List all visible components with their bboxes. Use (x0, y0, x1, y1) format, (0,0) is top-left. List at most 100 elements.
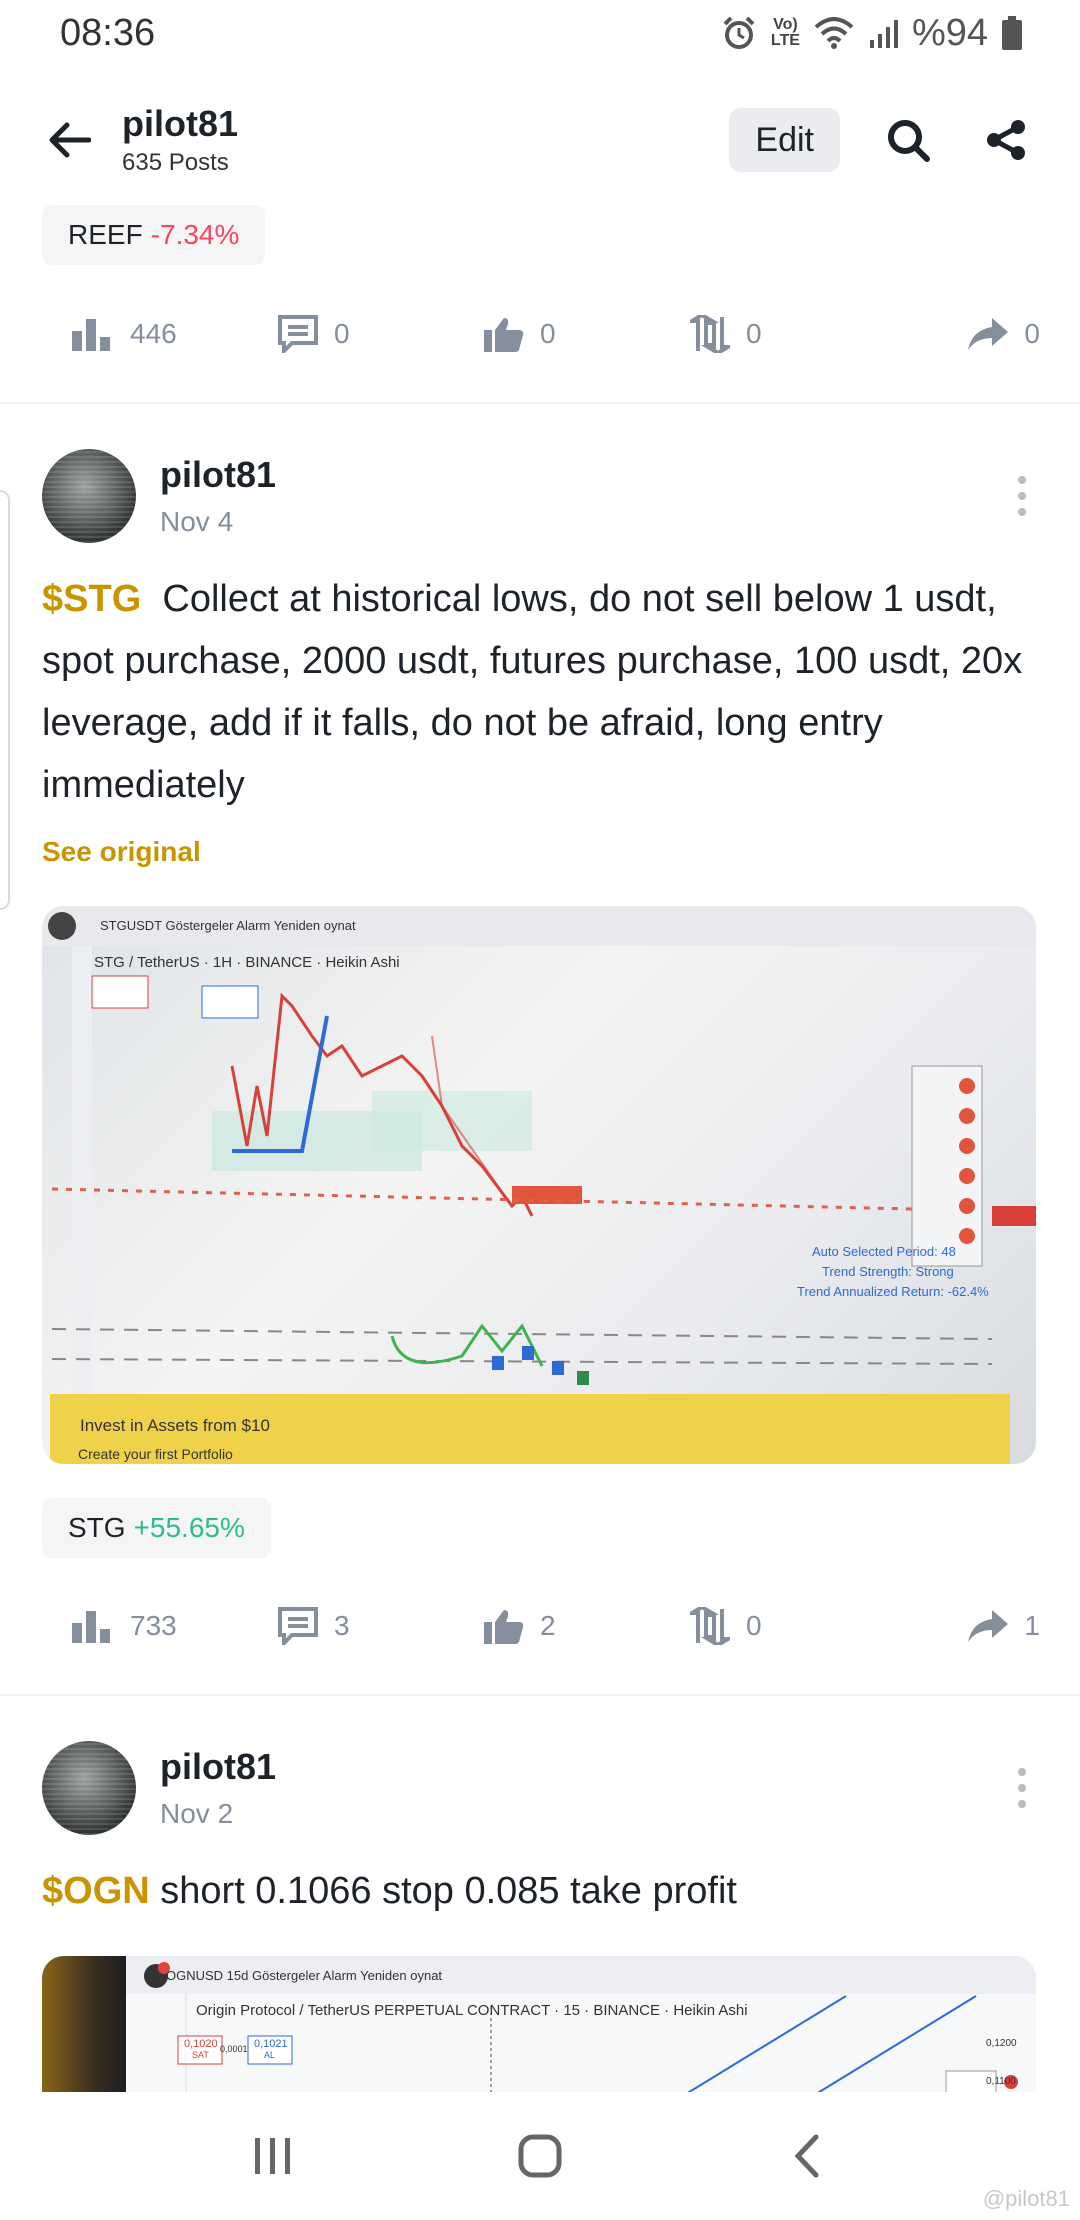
volte-icon: Vo) LTE (770, 16, 800, 49)
share-action[interactable]: 0 (968, 318, 1040, 350)
photo-promo-line-1: Invest in Assets from $10 (80, 1416, 270, 1435)
cashtag-link[interactable]: $STG (42, 578, 141, 620)
reposts-count: 0 (746, 318, 762, 349)
thumbs-up-icon (484, 318, 524, 352)
post-body: $OGN short 0.1066 stop 0.085 take profit (42, 1860, 1042, 1922)
post-header: pilot81 Nov 2 (42, 1738, 1042, 1838)
photo-axis-top: 0,1200 (986, 2038, 1017, 2049)
status-icons: Vo) LTE %94 (721, 12, 1022, 55)
post-meta: pilot81 Nov 4 (160, 454, 276, 538)
comments-count: 0 (334, 318, 350, 349)
battery-icon (1002, 16, 1022, 50)
battery-percent: %94 (911, 11, 988, 54)
photo-chart-title: STG / TetherUS · 1H · BINANCE · Heikin A… (94, 954, 400, 971)
watermark: @pilot81 (982, 2186, 1070, 2211)
coin-tag-stg[interactable]: STG +55.65% (42, 1498, 271, 1558)
comments-count: 3 (334, 1610, 350, 1641)
post-date: Nov 4 (160, 506, 234, 537)
more-options-icon[interactable] (1002, 466, 1042, 526)
status-time: 08:36 (60, 11, 156, 54)
post-date: Nov 2 (160, 1798, 234, 1829)
likes-count: 0 (540, 318, 556, 349)
likes-count: 2 (540, 1610, 556, 1641)
chart-photo: STGUSDT Göstergeler Alarm Yeniden oynat … (42, 906, 1036, 1464)
forward-icon (968, 318, 1009, 350)
coin-tag-reef[interactable]: REEF -7.34% (42, 205, 266, 265)
comment-icon (278, 1607, 318, 1645)
comments-action[interactable]: 3 (278, 1607, 484, 1645)
photo-side-text-2: Trend Strength: Strong (822, 1264, 954, 1279)
views-icon (72, 1611, 110, 1643)
header-titles: pilot81 635 Posts (122, 103, 238, 177)
system-navbar (0, 2092, 1080, 2220)
views-icon (72, 319, 110, 351)
status-bar: 08:36 Vo) LTE %94 (0, 0, 1080, 66)
photo-side-text-3: Trend Annualized Return: -62.4% (797, 1284, 989, 1299)
post-author[interactable]: pilot81 (160, 454, 276, 496)
wifi-icon (814, 17, 854, 49)
coin-tag-change: -7.34% (150, 219, 240, 250)
post-body: $STG Collect at historical lows, do not … (42, 568, 1042, 816)
repost-icon (690, 1607, 730, 1645)
search-icon[interactable] (878, 110, 938, 170)
post-text: Collect at historical lows, do not sell … (42, 578, 1023, 806)
like-action[interactable]: 2 (484, 1608, 690, 1644)
post-image[interactable]: OGNUSD 15d Göstergeler Alarm Yeniden oyn… (42, 1956, 1036, 2094)
photo-monitor-edge (42, 1956, 126, 2094)
like-action[interactable]: 0 (484, 316, 690, 352)
post-divider (0, 402, 1080, 404)
thumbs-up-icon (484, 1610, 524, 1644)
photo-sell-label: SAT (192, 2050, 209, 2060)
photo-sell-price: 0,1020 (184, 2038, 218, 2050)
cashtag-link[interactable]: $OGN (42, 1870, 150, 1912)
photo-screen: OGNUSD 15d Göstergeler Alarm Yeniden oyn… (126, 1956, 1036, 2094)
header-username: pilot81 (122, 103, 239, 144)
views-action[interactable]: 446 (72, 317, 278, 351)
photo-toolbar-text: OGNUSD 15d Göstergeler Alarm Yeniden oyn… (166, 1968, 443, 1983)
avatar[interactable] (42, 449, 136, 543)
post-meta: pilot81 Nov 2 (160, 1746, 276, 1830)
profile-header: pilot81 635 Posts Edit (0, 80, 1080, 200)
coin-tag-symbol: REEF (68, 219, 143, 250)
home-icon[interactable] (500, 2116, 580, 2196)
post-actions: 733 3 2 0 1 (0, 1596, 1080, 1656)
see-original-link[interactable]: See original (42, 836, 201, 868)
photo-chart-title: Origin Protocol / TetherUS PERPETUAL CON… (196, 2002, 748, 2019)
repost-action[interactable]: 0 (690, 315, 896, 353)
photo-promo-line-2: Create your first Portfolio (78, 1446, 233, 1462)
views-count: 446 (130, 318, 177, 349)
header-posts-count: 635 Posts (122, 149, 229, 176)
photo-buy-price: 0,1021 (254, 2038, 288, 2050)
coin-tag-symbol: STG (68, 1512, 126, 1543)
back-arrow-icon[interactable] (44, 115, 94, 165)
back-icon[interactable] (767, 2116, 847, 2196)
post-header: pilot81 Nov 4 (42, 446, 1042, 546)
chart-photo: OGNUSD 15d Göstergeler Alarm Yeniden oyn… (42, 1956, 1036, 2094)
post-image[interactable]: STGUSDT Göstergeler Alarm Yeniden oynat … (42, 906, 1036, 1464)
recent-apps-icon[interactable] (233, 2116, 313, 2196)
shares-count: 0 (1024, 318, 1040, 349)
edit-button[interactable]: Edit (729, 108, 840, 172)
share-action[interactable]: 1 (968, 1610, 1040, 1642)
views-action[interactable]: 733 (72, 1609, 278, 1643)
post-author[interactable]: pilot81 (160, 1746, 276, 1788)
photo-buy-label: AL (264, 2050, 276, 2060)
photo-axis-bottom: 0,1100 (986, 2076, 1016, 2087)
signal-icon (868, 18, 898, 48)
scroll-edge-indicator (0, 490, 10, 910)
views-count: 733 (130, 1610, 177, 1641)
shares-count: 1 (1024, 1610, 1040, 1641)
coin-tag-change: +55.65% (133, 1512, 245, 1543)
comments-action[interactable]: 0 (278, 315, 484, 353)
post-actions: 446 0 0 0 0 (0, 304, 1080, 364)
more-options-icon[interactable] (1002, 1758, 1042, 1818)
repost-action[interactable]: 0 (690, 1607, 896, 1645)
reposts-count: 0 (746, 1610, 762, 1641)
chart-photo-graphic (42, 906, 1036, 1464)
avatar[interactable] (42, 1741, 136, 1835)
share-icon[interactable] (976, 110, 1036, 170)
comment-icon (278, 315, 318, 353)
post-text: short 0.1066 stop 0.085 take profit (160, 1870, 737, 1912)
photo-toolbar-text: STGUSDT Göstergeler Alarm Yeniden oynat (100, 918, 356, 933)
photo-side-text-1: Auto Selected Period: 48 (812, 1244, 956, 1259)
